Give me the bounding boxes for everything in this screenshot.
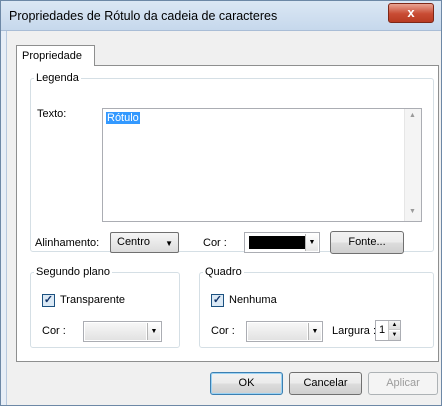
chevron-down-icon[interactable]: ▼ <box>305 234 318 251</box>
quadro-cor-label: Cor : <box>211 325 235 337</box>
nenhuma-checkbox[interactable]: ✓ <box>211 294 224 307</box>
largura-value: 1 <box>379 324 386 336</box>
transparente-label: Transparente <box>60 294 126 306</box>
texto-value: Rótulo <box>106 112 140 124</box>
segundo-plano-group-label: Segundo plano <box>36 266 111 278</box>
nenhuma-label: Nenhuma <box>229 294 277 306</box>
tab-panel: Legenda Texto: Rótulo ▲ ▼ Alinhamento: C… <box>16 65 439 362</box>
checkmark-icon: ✓ <box>43 294 54 306</box>
chevron-down-icon[interactable]: ▼ <box>308 323 321 340</box>
title-bar: Propriedades de Rótulo da cadeia de cara… <box>1 1 441 31</box>
quadro-cor-value <box>248 323 307 340</box>
close-button[interactable]: x <box>388 3 434 23</box>
segundo-plano-cor-value <box>85 323 146 340</box>
legenda-cor-label: Cor : <box>203 237 227 249</box>
segundo-plano-cor-select[interactable]: ▼ <box>83 321 162 342</box>
legenda-color-swatch <box>249 236 313 249</box>
transparente-checkbox[interactable]: ✓ <box>42 294 55 307</box>
alinhamento-label: Alinhamento: <box>35 237 100 249</box>
alinhamento-select[interactable]: Centro ▼ <box>110 232 179 253</box>
quadro-cor-select[interactable]: ▼ <box>246 321 323 342</box>
tab-propriedade-label: Propriedade <box>22 50 82 62</box>
chevron-down-icon[interactable]: ▼ <box>147 323 160 340</box>
texto-label: Texto: <box>37 108 67 120</box>
window-title: Propriedades de Rótulo da cadeia de cara… <box>9 9 278 23</box>
segundo-plano-group: Segundo plano ✓ Transparente Cor : ▼ <box>30 266 180 348</box>
quadro-group: Quadro ✓ Nenhuma Cor : ▼ Largura : 1 ▲ ▼ <box>199 266 434 348</box>
cancelar-button[interactable]: Cancelar <box>289 372 362 395</box>
tab-propriedade[interactable]: Propriedade <box>16 45 95 66</box>
checkmark-icon: ✓ <box>212 294 223 306</box>
stepper-buttons: ▲ ▼ <box>388 321 400 340</box>
legenda-group: Legenda Texto: Rótulo ▲ ▼ Alinhamento: C… <box>30 72 434 254</box>
textarea-scrollbar[interactable]: ▲ ▼ <box>404 109 421 221</box>
largura-label: Largura : <box>332 325 377 337</box>
quadro-group-label: Quadro <box>205 266 242 278</box>
scroll-up-arrow-icon[interactable]: ▲ <box>409 112 416 119</box>
window-left-edge <box>1 31 7 405</box>
stepper-down-icon[interactable]: ▼ <box>389 331 400 340</box>
largura-stepper[interactable]: 1 ▲ ▼ <box>375 320 401 341</box>
alinhamento-value: Centro <box>117 236 151 248</box>
legenda-group-label: Legenda <box>36 72 79 84</box>
stepper-up-icon[interactable]: ▲ <box>389 321 400 330</box>
dialog-window: Propriedades de Rótulo da cadeia de cara… <box>0 0 442 406</box>
fonte-button[interactable]: Fonte... <box>330 231 404 254</box>
texto-textarea[interactable]: Rótulo ▲ ▼ <box>102 108 422 222</box>
scroll-down-arrow-icon[interactable]: ▼ <box>409 208 416 215</box>
legenda-cor-select[interactable]: ▼ <box>244 232 320 253</box>
aplicar-button[interactable]: Aplicar <box>368 372 438 395</box>
segundo-plano-cor-label: Cor : <box>42 325 66 337</box>
ok-button[interactable]: OK <box>210 372 283 395</box>
chevron-down-icon: ▼ <box>165 239 173 248</box>
close-icon: x <box>407 5 415 20</box>
